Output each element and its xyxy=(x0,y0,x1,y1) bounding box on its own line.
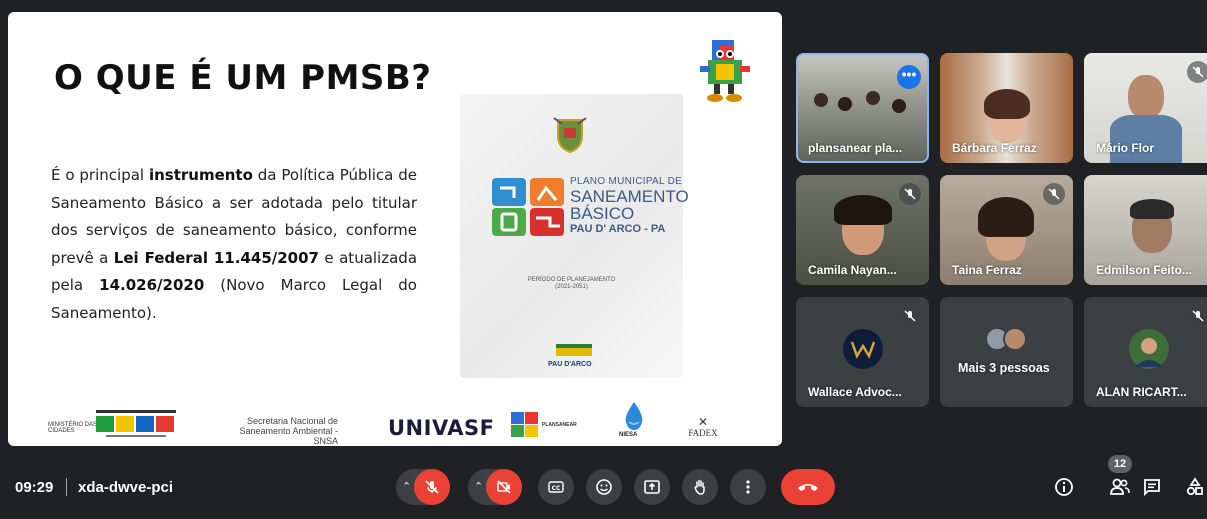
present-screen-icon xyxy=(644,480,660,494)
participant-tile[interactable]: Taina Ferraz xyxy=(940,175,1073,285)
meeting-code: xda-dwve-pci xyxy=(78,479,174,496)
fadex-logo: ✕ FADEX xyxy=(688,415,718,438)
muted-mic-icon xyxy=(899,305,921,327)
mic-off-button[interactable] xyxy=(414,469,450,505)
participant-tile[interactable]: Mário Flor xyxy=(1084,53,1207,163)
slide-title: O QUE É UM PMSB? xyxy=(54,58,432,98)
muted-mic-icon xyxy=(1187,305,1207,327)
muted-mic-icon xyxy=(899,183,921,205)
plansanear-mascot-icon xyxy=(700,40,750,102)
reactions-button[interactable] xyxy=(586,469,622,505)
captions-button[interactable]: CC xyxy=(538,469,574,505)
slide-footer-logos: MINISTÉRIO DAS CIDADES Secretaria Nacion… xyxy=(8,398,782,446)
meeting-clock: 09:29 xyxy=(15,479,54,496)
more-vert-icon xyxy=(746,480,750,494)
participant-name: Bárbara Ferraz xyxy=(952,141,1037,155)
participant-name: Taina Ferraz xyxy=(952,263,1022,277)
svg-text:CC: CC xyxy=(552,485,561,492)
city-logo-text: PAU D'ARCO xyxy=(548,361,592,368)
participant-avatar xyxy=(1129,329,1169,369)
captions-icon: CC xyxy=(548,481,564,493)
tile-more-options-button[interactable]: ••• xyxy=(897,65,921,89)
ministerio-logo: MINISTÉRIO DAS CIDADES xyxy=(48,422,98,434)
activities-icon xyxy=(1186,477,1203,496)
presentation-slide: O QUE É UM PMSB? É o principal instrumen… xyxy=(8,12,782,446)
plan-cover-title: PLANO MUNICIPAL DE SANEAMENTO BÁSICO PAU… xyxy=(570,176,689,235)
participant-tile[interactable]: Mais 3 pessoas xyxy=(940,297,1073,407)
meeting-details-button[interactable] xyxy=(1052,475,1076,499)
participant-tile[interactable]: ALAN RICART... xyxy=(1084,297,1207,407)
slide-body-text: É o principal instrumento da Política Pú… xyxy=(51,166,418,322)
activities-button[interactable] xyxy=(1183,475,1207,499)
more-options-button[interactable] xyxy=(730,469,766,505)
people-button[interactable] xyxy=(1108,475,1132,499)
emoji-icon xyxy=(596,479,612,495)
participant-tile[interactable]: Wallace Advoc... xyxy=(796,297,929,407)
hang-up-icon xyxy=(798,484,818,491)
audio-options-chevron-icon[interactable]: ⌃ xyxy=(402,480,411,493)
participant-name: ALAN RICART... xyxy=(1096,385,1187,399)
muted-mic-icon xyxy=(1187,61,1207,83)
governo-federal-logo-icon xyxy=(96,410,176,437)
raise-hand-icon xyxy=(694,479,705,495)
niesa-drop-icon xyxy=(625,402,643,430)
control-bar: 09:29 xda-dwve-pci ⌃ ⌃ CC xyxy=(0,458,1207,519)
plan-cover-image: PLANO MUNICIPAL DE SANEAMENTO BÁSICO PAU… xyxy=(460,94,689,378)
niesa-logo-text: NIESA xyxy=(619,432,638,438)
participant-tile[interactable]: ••• plansanear pla... xyxy=(796,53,929,163)
participant-tile[interactable]: Camila Nayan... xyxy=(796,175,929,285)
participant-avatar xyxy=(1003,327,1027,351)
participant-name: plansanear pla... xyxy=(808,141,903,155)
univasf-logo: UNIVASF xyxy=(388,416,495,440)
participant-name: Mário Flor xyxy=(1096,141,1155,155)
participant-name: Wallace Advoc... xyxy=(808,385,902,399)
chat-icon xyxy=(1144,479,1160,497)
participant-name: Camila Nayan... xyxy=(808,263,897,277)
plansanear-logo-text: PLANSANEAR xyxy=(542,422,577,428)
participant-name: Edmilson Feito... xyxy=(1096,263,1193,277)
meet-window: O QUE É UM PMSB? É o principal instrumen… xyxy=(0,0,1207,519)
chat-button[interactable] xyxy=(1140,475,1164,499)
municipal-crest-icon xyxy=(553,117,587,154)
video-options-chevron-icon[interactable]: ⌃ xyxy=(474,480,483,493)
participant-tile[interactable]: Edmilson Feito... xyxy=(1084,175,1207,285)
people-icon xyxy=(1110,478,1130,495)
participant-avatar xyxy=(843,329,883,369)
plansanear-logo-icon xyxy=(511,412,538,437)
snsa-logo: Secretaria Nacional de Saneamento Ambien… xyxy=(239,416,338,446)
present-screen-button[interactable] xyxy=(634,469,670,505)
participant-name: Mais 3 pessoas xyxy=(958,361,1050,375)
sanitation-tiles-icon xyxy=(492,178,564,236)
info-icon xyxy=(1055,478,1073,496)
camera-off-button[interactable] xyxy=(486,469,522,505)
participant-tile[interactable]: Bárbara Ferraz xyxy=(940,53,1073,163)
camera-off-icon xyxy=(497,480,511,494)
muted-mic-icon xyxy=(1043,183,1065,205)
mic-off-icon xyxy=(425,480,439,494)
leave-call-button[interactable] xyxy=(781,469,835,505)
people-count-badge: 12 xyxy=(1108,455,1132,473)
raise-hand-button[interactable] xyxy=(682,469,718,505)
plan-period: PERÍODO DE PLANEJAMENTO (2021-2051) xyxy=(527,277,616,290)
